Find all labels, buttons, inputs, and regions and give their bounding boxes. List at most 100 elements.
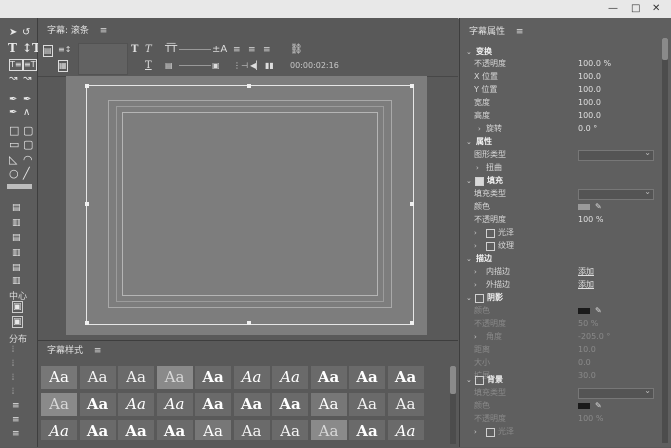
- style-swatch[interactable]: Aa: [233, 393, 270, 416]
- center-horizontal-icon[interactable]: ▣: [12, 301, 23, 313]
- clipped-rectangle-tool-icon[interactable]: ▭: [9, 139, 19, 150]
- style-swatch[interactable]: Aa: [79, 393, 116, 416]
- styles-scrollbar[interactable]: [450, 366, 456, 444]
- style-swatch[interactable]: Aa: [387, 393, 424, 416]
- baseline-shift-icon[interactable]: ▣: [212, 61, 220, 71]
- background-sheen-checkbox[interactable]: [486, 428, 495, 437]
- props-scrollbar-thumb[interactable]: [662, 38, 668, 60]
- rotate-tool-icon[interactable]: ↺: [22, 28, 30, 38]
- background-fill-type-row[interactable]: 填充类型: [460, 385, 671, 399]
- style-swatch[interactable]: Aa: [195, 393, 231, 416]
- sheen-checkbox[interactable]: [486, 229, 495, 238]
- shape-type-dropdown[interactable]: [578, 147, 654, 161]
- rotation-row[interactable]: › 旋转 0.0 °: [460, 123, 671, 135]
- shadow-angle-row[interactable]: › 角度 -205.0 °: [460, 331, 671, 343]
- resize-handle-t[interactable]: [247, 84, 251, 88]
- path-type-tool-icon[interactable]: ↝: [9, 74, 17, 84]
- title-canvas[interactable]: [66, 76, 427, 335]
- fill-color-row[interactable]: 颜色 ✎: [460, 201, 671, 213]
- pen-tool-icon[interactable]: ✒: [9, 95, 17, 105]
- texture-row[interactable]: › 纹理: [460, 240, 671, 252]
- props-menu-icon[interactable]: ≡: [516, 27, 524, 37]
- align-text-center-icon[interactable]: ≡: [248, 45, 256, 55]
- roll-crawl-options-icon[interactable]: ≡↕: [58, 45, 71, 55]
- font-family-field[interactable]: [78, 43, 128, 75]
- resize-handle-r[interactable]: [410, 202, 414, 206]
- fill-type-row[interactable]: 填充类型: [460, 186, 671, 200]
- shadow-color-swatch[interactable]: [578, 308, 590, 314]
- align-bottom-icon[interactable]: ▥: [12, 276, 21, 286]
- align-top-icon[interactable]: ▥: [12, 248, 21, 258]
- resize-handle-l[interactable]: [85, 202, 89, 206]
- leading-icon[interactable]: ▤: [165, 61, 173, 71]
- panel-menu-icon[interactable]: ≡: [100, 26, 108, 36]
- bold-icon[interactable]: T: [131, 45, 138, 55]
- distribute-bottom-icon[interactable]: ≡: [12, 429, 20, 439]
- style-swatch[interactable]: Aa: [387, 366, 424, 389]
- height-row[interactable]: 高度 100.0: [460, 110, 671, 122]
- shape-rectangle[interactable]: [122, 112, 378, 296]
- background-opacity-row[interactable]: 不透明度 100 %: [460, 413, 671, 425]
- tab-stops-icon[interactable]: ⋮⊣: [233, 61, 248, 71]
- italic-icon[interactable]: T: [145, 45, 152, 55]
- add-inner-stroke-link[interactable]: 添加: [578, 266, 594, 278]
- shadow-section-header[interactable]: ⌄ 阴影: [460, 292, 671, 304]
- x-position-row[interactable]: X 位置 100.0: [460, 71, 671, 83]
- maximize-icon[interactable]: □: [631, 3, 640, 15]
- align-text-left-icon[interactable]: ≡: [233, 45, 241, 55]
- style-swatch[interactable]: Aa: [79, 366, 116, 389]
- fill-section-header[interactable]: ⌄ 填充: [460, 175, 671, 187]
- texture-checkbox[interactable]: [486, 242, 495, 251]
- style-swatch[interactable]: Aa: [41, 420, 77, 440]
- style-swatch[interactable]: Aa: [118, 366, 154, 389]
- close-icon[interactable]: ✕: [652, 3, 660, 15]
- align-middle-icon[interactable]: ▤: [12, 263, 21, 273]
- selection-tool-icon[interactable]: ➤: [9, 28, 17, 38]
- new-title-icon[interactable]: ▤: [43, 45, 53, 57]
- wedge-tool-icon[interactable]: ◺: [9, 154, 17, 165]
- style-swatch[interactable]: Aa: [79, 420, 116, 440]
- transform-section-header[interactable]: ⌄ 变换: [460, 46, 671, 58]
- style-swatch[interactable]: Aa: [156, 420, 193, 440]
- resize-handle-tl[interactable]: [85, 84, 89, 88]
- center-vertical-icon[interactable]: ▣: [12, 316, 23, 328]
- fill-opacity-row[interactable]: 不透明度 100 %: [460, 214, 671, 226]
- resize-handle-b[interactable]: [247, 321, 251, 325]
- sync-icon[interactable]: ▮▮: [265, 61, 274, 71]
- style-swatch[interactable]: Aa: [310, 420, 347, 440]
- kerning-icon[interactable]: ±A: [212, 45, 227, 55]
- resize-handle-br[interactable]: [410, 321, 414, 325]
- shadow-eyedropper-icon[interactable]: ✎: [595, 305, 602, 317]
- align-text-right-icon[interactable]: ≡: [263, 45, 271, 55]
- transform-opacity-row[interactable]: 不透明度 100.0 %: [460, 58, 671, 70]
- distort-row[interactable]: › 扭曲: [460, 162, 671, 174]
- leading-slider[interactable]: [179, 65, 211, 66]
- rectangle-tool-icon[interactable]: □: [9, 125, 19, 136]
- add-anchor-tool-icon[interactable]: ✒: [9, 108, 17, 118]
- rounded-corner-rectangle-tool-icon[interactable]: ▢: [23, 139, 33, 150]
- underline-icon[interactable]: T: [145, 61, 152, 71]
- style-swatch[interactable]: Aa: [272, 393, 308, 416]
- background-fill-type-dropdown[interactable]: [578, 385, 654, 399]
- fill-checkbox[interactable]: [475, 177, 484, 186]
- vertical-area-type-tool-icon[interactable]: ≡T: [23, 59, 37, 71]
- align-left-icon[interactable]: ▤: [12, 203, 21, 213]
- add-outer-stroke-link[interactable]: 添加: [578, 279, 594, 291]
- resize-handle-bl[interactable]: [85, 321, 89, 325]
- style-swatch[interactable]: Aa: [272, 366, 308, 389]
- sheen-row[interactable]: › 光泽: [460, 227, 671, 239]
- style-swatch[interactable]: Aa: [310, 393, 347, 416]
- distribute-center-icon[interactable]: ⦙: [12, 359, 14, 369]
- inner-stroke-row[interactable]: › 内描边 添加: [460, 266, 671, 278]
- style-swatch[interactable]: Aa: [349, 420, 385, 440]
- style-swatch[interactable]: Aa: [233, 366, 270, 389]
- ellipse-tool-icon[interactable]: ○: [9, 168, 19, 179]
- shadow-size-row[interactable]: 大小 0.0: [460, 357, 671, 369]
- y-position-row[interactable]: Y 位置 100.0: [460, 84, 671, 96]
- shadow-distance-row[interactable]: 距离 10.0: [460, 344, 671, 356]
- font-size-slider[interactable]: [179, 49, 211, 50]
- convert-anchor-tool-icon[interactable]: ∧: [23, 108, 30, 118]
- attributes-section-header[interactable]: ⌄ 属性: [460, 136, 671, 148]
- show-video-icon[interactable]: ⛓: [290, 45, 303, 55]
- style-swatch[interactable]: Aa: [41, 366, 77, 389]
